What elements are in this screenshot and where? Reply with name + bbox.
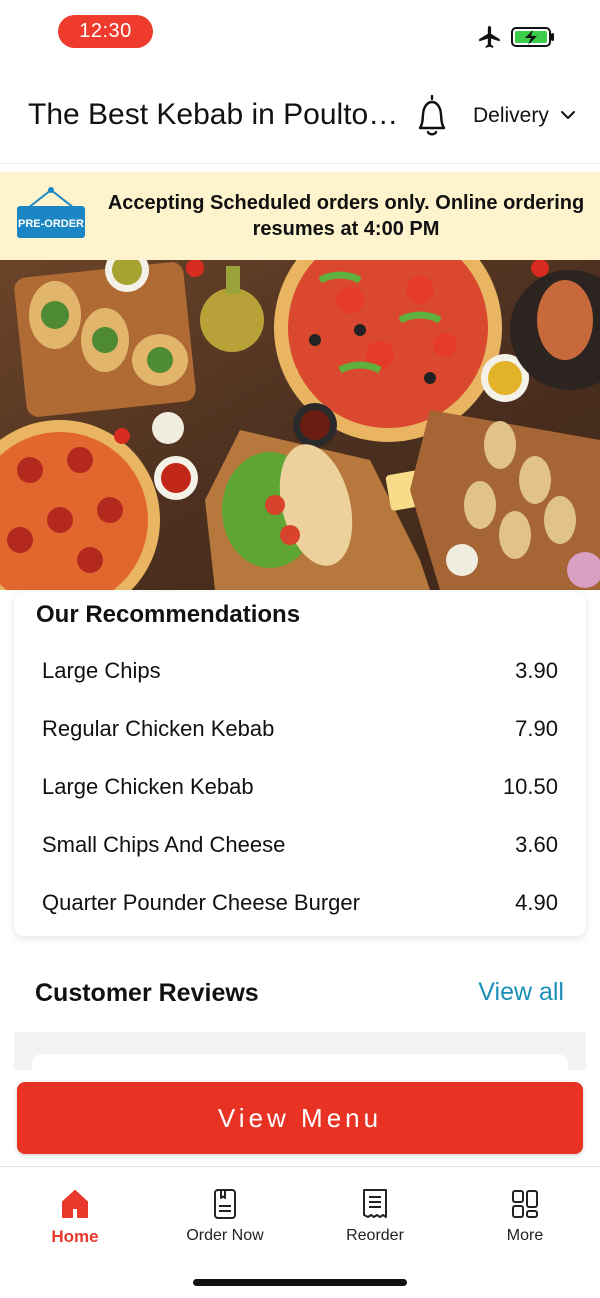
tab-label: Order Now — [186, 1227, 264, 1244]
preorder-sign-icon: PRE-ORDER — [17, 187, 85, 238]
delivery-mode-selector[interactable]: Delivery — [473, 104, 549, 128]
recommendation-item[interactable]: Small Chips And Cheese 3.60 — [42, 816, 558, 874]
recommendations-card: Our Recommendations Large Chips 3.90 Reg… — [14, 592, 586, 936]
reviews-header: Customer Reviews View all — [14, 950, 586, 1032]
recommendation-item[interactable]: Large Chips 3.90 — [42, 642, 558, 700]
tab-label: Home — [51, 1227, 99, 1246]
recommendation-item[interactable]: Large Chicken Kebab 10.50 — [42, 758, 558, 816]
item-price: 10.50 — [502, 774, 558, 799]
recommendation-item[interactable]: Quarter Pounder Cheese Burger 4.90 — [42, 874, 558, 932]
tab-label: More — [506, 1227, 544, 1244]
item-name: Large Chicken Kebab — [42, 774, 254, 799]
status-bar: 12:30 — [0, 0, 600, 66]
view-menu-button[interactable]: View Menu — [17, 1082, 583, 1154]
item-price: 7.90 — [515, 716, 558, 741]
item-name: Large Chips — [42, 658, 161, 683]
customer-reviews-section: Customer Reviews View all — [14, 950, 586, 1070]
grid-icon — [512, 1190, 538, 1218]
review-card[interactable] — [32, 1054, 568, 1070]
status-time: 12:30 — [58, 15, 153, 48]
tab-more[interactable]: More — [460, 1187, 590, 1257]
order-icon — [214, 1189, 236, 1219]
item-name: Regular Chicken Kebab — [42, 716, 275, 741]
view-all-reviews-link[interactable]: View all — [478, 978, 564, 1007]
home-icon — [62, 1190, 88, 1218]
item-name: Small Chips And Cheese — [42, 832, 286, 857]
preorder-sign-text: PRE-ORDER — [18, 218, 84, 230]
tab-home[interactable]: Home — [10, 1187, 140, 1257]
recommendations-title: Our Recommendations — [36, 601, 301, 628]
tab-label: Reorder — [346, 1227, 404, 1244]
battery-charging-icon — [511, 27, 554, 47]
recommendation-item[interactable]: Regular Chicken Kebab 7.90 — [42, 700, 558, 758]
recommendations-list: Large Chips 3.90 Regular Chicken Kebab 7… — [42, 642, 558, 932]
banner-message: Accepting Scheduled orders only. Online … — [107, 192, 585, 240]
item-price: 3.90 — [515, 658, 558, 683]
app-header: The Best Kebab in Poulton... Delivery — [0, 66, 600, 164]
tab-reorder[interactable]: Reorder — [310, 1187, 440, 1257]
chevron-down-icon[interactable] — [560, 109, 576, 121]
preorder-banner: PRE-ORDER Accepting Scheduled orders onl… — [0, 172, 600, 260]
home-indicator — [193, 1279, 407, 1286]
store-title[interactable]: The Best Kebab in Poulton... — [28, 98, 404, 132]
item-price: 3.60 — [515, 832, 558, 857]
tab-order-now[interactable]: Order Now — [160, 1187, 290, 1257]
bell-icon[interactable] — [412, 92, 452, 140]
reviews-title: Customer Reviews — [35, 979, 259, 1007]
hero-food-image — [0, 260, 600, 590]
item-name: Quarter Pounder Cheese Burger — [42, 890, 360, 915]
airplane-mode-icon — [479, 26, 500, 48]
item-price: 4.90 — [515, 890, 558, 915]
receipt-icon — [363, 1189, 387, 1218]
bottom-tab-bar: Home Order Now Reorder More — [0, 1166, 600, 1298]
